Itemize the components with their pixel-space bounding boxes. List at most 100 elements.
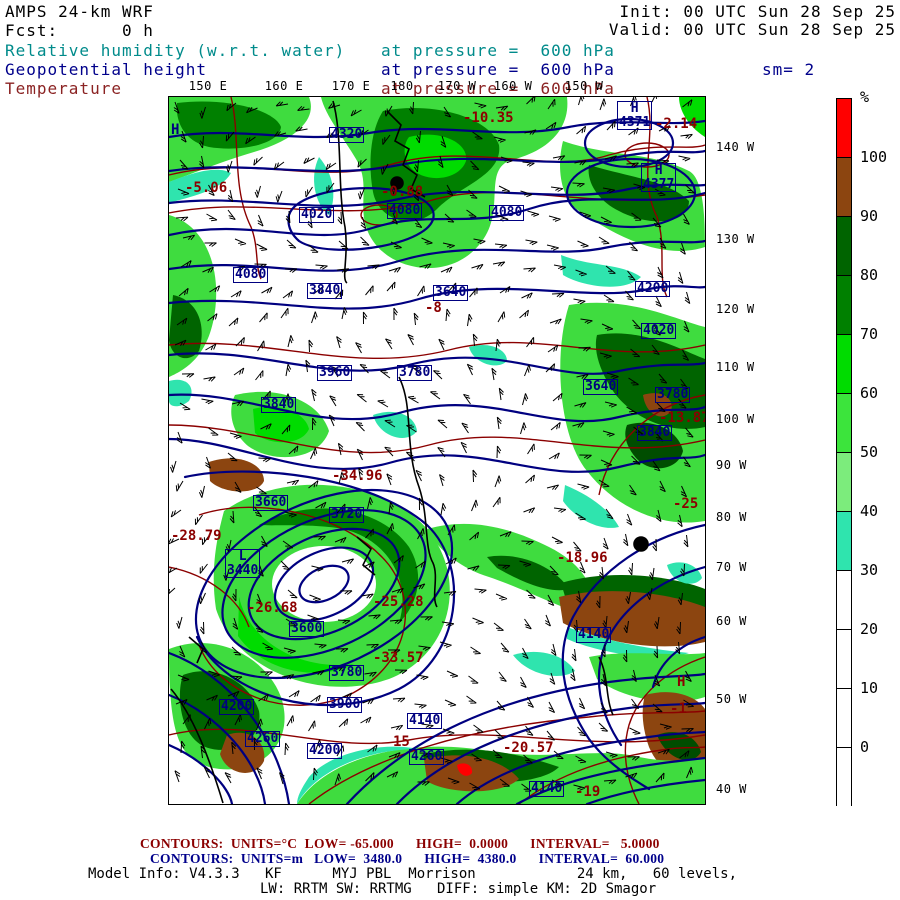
- colorbar-segment: [837, 571, 851, 630]
- colorbar-segment: [837, 748, 851, 807]
- temperature-contour-label: -19: [575, 784, 601, 800]
- height-contour-label: 3720: [329, 507, 365, 523]
- weather-chart-page: { "title_block": { "model": "AMPS 24-km …: [0, 0, 900, 900]
- field-rh-level: at pressure = 600 hPa: [381, 41, 615, 60]
- model-info-line1: Model Info: V4.3.3 KF MYJ PBL Morrison 2…: [88, 866, 738, 882]
- colorbar-segment: [837, 217, 851, 276]
- right-axis-label: 80 W: [716, 510, 747, 524]
- right-axis-label: 90 W: [716, 458, 747, 472]
- colorbar-tick-label: 90: [860, 207, 879, 225]
- height-contour-label: 4200: [219, 699, 255, 715]
- field-t-label: Temperature: [5, 79, 122, 98]
- colorbar-tick-label: 100: [860, 148, 888, 166]
- smoothing-label: sm= 2: [762, 60, 816, 79]
- right-axis-label: 40 W: [716, 782, 747, 796]
- height-contour-info: CONTOURS: UNITS=m LOW= 3480.0 HIGH= 4380…: [150, 851, 665, 866]
- colorbar-units: %: [860, 88, 870, 106]
- colorbar-segment: [837, 453, 851, 512]
- colorbar-segment: [837, 512, 851, 571]
- height-contour-label: 4140: [407, 713, 443, 729]
- temperature-contour-label: -2.14: [655, 116, 698, 132]
- height-contour-label: 4080: [233, 267, 269, 283]
- valid-time: Valid: 00 UTC Sun 28 Sep 25: [608, 20, 896, 39]
- height-contour-label: 4080: [489, 205, 525, 221]
- colorbar-segment: [837, 158, 851, 217]
- temperature-contour-label: -13.87: [659, 410, 706, 426]
- map-canvas: [169, 97, 705, 804]
- height-contour-label: 4260: [245, 731, 281, 747]
- colorbar-tick-label: 20: [860, 620, 879, 638]
- extremum-marker: H: [677, 674, 686, 690]
- top-axis-label: 150 W: [564, 79, 604, 93]
- height-contour-label: 3600: [289, 621, 325, 637]
- top-axis-label: 160 W: [493, 79, 533, 93]
- colorbar-tick-label: 40: [860, 502, 879, 520]
- top-axis-label: 170 W: [437, 79, 477, 93]
- height-contour-label: 3840: [261, 397, 297, 413]
- height-contour-label: 3840: [637, 425, 673, 441]
- colorbar-segment: [837, 335, 851, 394]
- colorbar-segment: [837, 394, 851, 453]
- extremum-label: H 4371: [617, 101, 653, 131]
- height-contour-label: 4320: [329, 127, 365, 143]
- height-contour-label: 4140: [576, 627, 612, 643]
- height-contour-label: 3900: [327, 697, 363, 713]
- colorbar-segment: [837, 630, 851, 689]
- height-contour-label: 4140: [529, 781, 565, 797]
- extremum-marker: H: [171, 122, 180, 138]
- temperature-contour-label: -33.57: [373, 650, 424, 666]
- colorbar-segment: [837, 99, 851, 158]
- temperature-contour-label: -26.68: [247, 600, 298, 616]
- height-contour-label: 3780: [329, 665, 365, 681]
- temperature-contour-label: -8: [425, 300, 442, 316]
- field-rh-label: Relative humidity (w.r.t. water): [5, 41, 346, 60]
- rh-colorbar: [836, 98, 852, 807]
- right-axis-label: 110 W: [716, 360, 755, 374]
- height-contour-label: 3780: [397, 365, 433, 381]
- right-axis-label: 130 W: [716, 232, 755, 246]
- right-axis-label: 100 W: [716, 412, 755, 426]
- field-z-label: Geopotential height: [5, 60, 208, 79]
- model-info-line2: LW: RRTM SW: RRTMG DIFF: simple KM: 2D S…: [260, 881, 657, 897]
- temperature-contour-label: -1: [670, 701, 687, 717]
- temperature-contour-label: -5.06: [185, 180, 228, 196]
- height-contour-label: 3840: [307, 283, 343, 299]
- colorbar-tick-label: 70: [860, 325, 879, 343]
- height-contour-label: 3640: [583, 379, 619, 395]
- colorbar-tick-label: 60: [860, 384, 879, 402]
- temperature-contour-label: -25: [673, 496, 699, 512]
- height-contour-label: 4080: [387, 203, 423, 219]
- height-contour-label: 4200: [307, 743, 343, 759]
- temperature-contour-label: -20.57: [503, 740, 554, 756]
- height-contour-label: 4020: [641, 323, 677, 339]
- rh-shading: [169, 97, 705, 804]
- height-contour-label: 4200: [635, 281, 671, 297]
- temperature-contour-label: -10.35: [463, 110, 514, 126]
- right-axis-label: 60 W: [716, 614, 747, 628]
- top-axis-label: 180: [390, 79, 414, 93]
- model-title: AMPS 24-km WRF: [5, 2, 154, 21]
- extremum-label: L 3440: [225, 549, 261, 579]
- extremum-label: H 4377: [641, 163, 677, 193]
- colorbar-tick-label: 30: [860, 561, 879, 579]
- init-time: Init: 00 UTC Sun 28 Sep 25: [619, 2, 896, 21]
- colorbar-segment: [837, 689, 851, 748]
- height-contour-label: 4260: [409, 749, 445, 765]
- colorbar-tick-label: 10: [860, 679, 879, 697]
- forecast-map: 4320 4020 4080 4080 4080 3840 3640 4200 4020 3960…: [168, 96, 706, 805]
- temperature-contour-label: -18.96: [557, 550, 608, 566]
- top-axis-label: 150 E: [188, 79, 228, 93]
- temperature-contour-label: 15: [393, 734, 410, 750]
- temperature-contour-label: -0.88: [381, 184, 424, 200]
- colorbar-tick-label: 0: [860, 738, 870, 756]
- colorbar-tick-label: 50: [860, 443, 879, 461]
- temperature-contour-label: -28.79: [171, 528, 222, 544]
- temp-contour-info: CONTOURS: UNITS=°C LOW= -65.000 HIGH= 0.…: [140, 836, 660, 851]
- right-axis-label: 50 W: [716, 692, 747, 706]
- height-contour-label: 3660: [253, 495, 289, 511]
- height-contour-label: 4020: [299, 207, 335, 223]
- colorbar-tick-label: 80: [860, 266, 879, 284]
- colorbar-segment: [837, 276, 851, 335]
- right-axis-label: 120 W: [716, 302, 755, 316]
- temperature-contour-label: -25.28: [373, 594, 424, 610]
